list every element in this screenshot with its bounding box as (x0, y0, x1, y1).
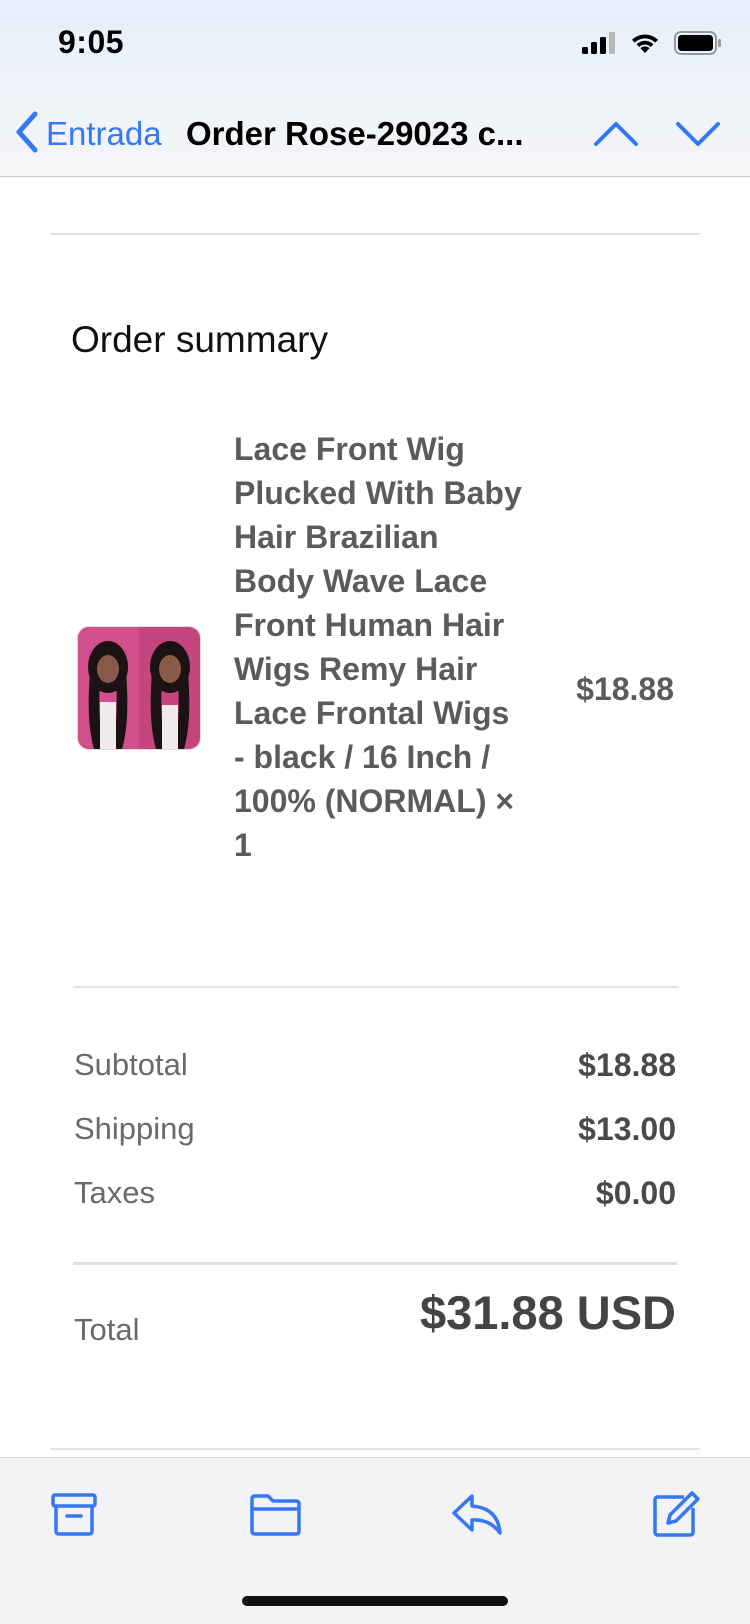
subtotal-label: Subtotal (74, 1047, 188, 1082)
compose-button[interactable] (648, 1486, 708, 1542)
home-indicator[interactable] (242, 1596, 508, 1606)
shipping-label: Shipping (74, 1111, 195, 1146)
archive-icon (44, 1493, 104, 1546)
email-body[interactable]: Order summary Lace Front Wig Plucked Wit… (0, 177, 750, 1457)
total-label: Total (74, 1312, 140, 1347)
signal-icon (582, 31, 616, 59)
order-summary-title: Order summary (71, 319, 328, 360)
product-price: $18.88 (576, 671, 674, 707)
back-label: Entrada (46, 115, 162, 152)
taxes-value: $0.00 (595, 1175, 676, 1211)
next-message-button[interactable] (675, 114, 721, 154)
top-bar: 9:05 Entrada Order Rose-29023 c... (0, 0, 750, 177)
back-button[interactable]: Entrada (14, 108, 162, 160)
bottom-divider (50, 1448, 700, 1450)
product-thumbnail (77, 626, 201, 750)
battery-icon (674, 30, 722, 60)
folder-icon (246, 1494, 306, 1546)
status-time: 9:05 (58, 24, 125, 60)
subtotal-value: $18.88 (578, 1047, 676, 1083)
top-divider (50, 233, 700, 235)
compose-icon (648, 1491, 708, 1546)
move-folder-button[interactable] (246, 1486, 306, 1542)
taxes-label: Taxes (74, 1175, 155, 1210)
total-value: $31.88 USD (419, 1286, 676, 1339)
message-title: Order Rose-29023 c... (186, 115, 524, 152)
reply-icon (448, 1494, 508, 1546)
items-divider (73, 986, 679, 988)
mail-screen: 9:05 Entrada Order Rose-29023 c... Order… (0, 0, 750, 1624)
chevron-down-icon (675, 122, 721, 158)
bottom-toolbar (0, 1457, 750, 1624)
chevron-left-icon (14, 111, 40, 158)
archive-button[interactable] (44, 1486, 104, 1542)
chevron-up-icon (593, 122, 639, 158)
previous-message-button[interactable] (593, 114, 639, 154)
totals-divider (73, 1262, 677, 1265)
status-icons (582, 30, 722, 60)
reply-button[interactable] (448, 1486, 508, 1542)
product-name: Lace Front Wig Plucked With Baby Hair Br… (234, 431, 522, 863)
nav-row: Entrada Order Rose-29023 c... (0, 108, 750, 160)
wifi-icon (630, 32, 660, 59)
shipping-value: $13.00 (578, 1111, 676, 1147)
